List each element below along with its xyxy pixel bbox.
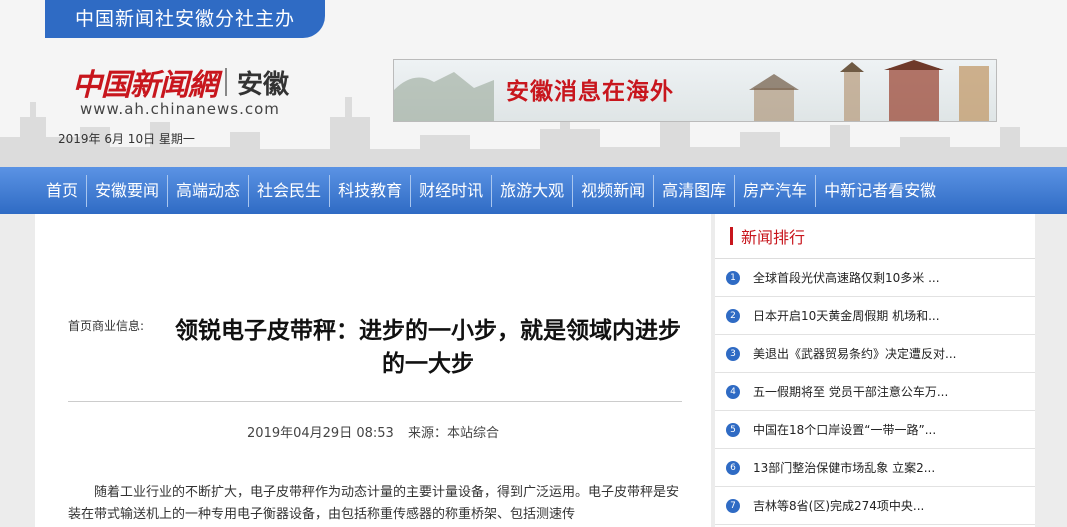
breadcrumb[interactable]: 首页商业信息: [68,317,144,334]
nav-item-anhui-news[interactable]: 安徽要闻 [87,167,167,214]
rank-number-badge: 6 [726,460,740,475]
ranking-item[interactable]: 6 13部门整治保健市场乱象 立案2... [715,449,1035,487]
article-paragraph: 随着工业行业的不断扩大，电子皮带秤作为动态计量的主要计量设备，得到广泛运用。电子… [68,485,680,522]
nav-item-property-auto[interactable]: 房产汽车 [735,167,815,214]
ranking-item[interactable]: 1 全球首段光伏高速路仅剩10多米 ... [715,259,1035,297]
banner-headline: 安徽消息在海外 [506,79,674,105]
title-divider [68,401,682,402]
ranking-link[interactable]: 美退出《武器贸易条约》决定遭反对... [753,345,956,362]
site-url: www.ah.chinanews.com [80,100,280,118]
nav-item-high-level[interactable]: 高端动态 [168,167,248,214]
main-navigation: 首页 安徽要闻 高端动态 社会民生 科技教育 财经时讯 旅游大观 视频新闻 高清… [0,167,1067,214]
ranking-item[interactable]: 4 五一假期将至 党员干部注意公车万... [715,373,1035,411]
logo-text: 中国新闻網 [72,68,218,103]
nav-item-reporters[interactable]: 中新记者看安徽 [816,167,944,214]
rank-number-badge: 7 [726,498,740,513]
ranking-item[interactable]: 3 美退出《武器贸易条约》决定遭反对... [715,335,1035,373]
nav-item-society[interactable]: 社会民生 [249,167,329,214]
ranking-link[interactable]: 吉林等8省(区)完成274项中央... [753,497,924,514]
ranking-item[interactable]: 2 日本开启10天黄金周假期 机场和... [715,297,1035,335]
article-title: 领锐电子皮带秤：进步的一小步，就是领域内进步的一大步 [175,318,681,377]
ranking-link[interactable]: 中国在18个口岸设置“一带一路”... [753,421,936,438]
news-ranking-panel: 新闻排行 1 全球首段光伏高速路仅剩10多米 ... 2 日本开启10天黄金周假期 … [715,214,1035,527]
logo-region: 安徽 [237,69,290,100]
rank-number-badge: 3 [726,346,740,361]
rank-number-badge: 2 [726,308,740,323]
ranking-link[interactable]: 全球首段光伏高速路仅剩10多米 ... [753,269,940,286]
ranking-link[interactable]: 五一假期将至 党员干部注意公车万... [753,383,948,400]
nav-item-travel[interactable]: 旅游大观 [492,167,572,214]
ranking-link[interactable]: 13部门整治保健市场乱象 立案2... [753,459,935,476]
ranking-item[interactable]: 5 中国在18个口岸设置“一带一路”... [715,411,1035,449]
ranking-link[interactable]: 日本开启10天黄金周假期 机场和... [753,307,940,324]
banner-scenery-image [394,60,989,121]
rank-number-badge: 4 [726,384,740,399]
nav-item-finance[interactable]: 财经时讯 [411,167,491,214]
article-panel: 首页商业信息: 领锐电子皮带秤：进步的一小步，就是领域内进步的一大步 2019年… [35,214,711,527]
nav-item-gallery[interactable]: 高清图库 [654,167,734,214]
rank-number-badge: 5 [726,422,740,437]
ranking-header: 新闻排行 [715,214,1035,259]
current-date: 2019年 6月 10日 星期一 [58,132,195,146]
logo-divider [225,68,227,96]
heading-accent-bar [730,227,733,245]
nav-item-video[interactable]: 视频新闻 [573,167,653,214]
organizer-tab: 中国新闻社安徽分社主办 [45,0,325,38]
ranking-title: 新闻排行 [741,228,806,247]
nav-item-home[interactable]: 首页 [0,167,86,214]
page-gutter [1035,214,1067,527]
promo-banner[interactable]: 安徽消息在海外 [393,59,997,122]
article-meta: 2019年04月29日 08:53 来源：本站综合 [35,422,711,441]
article-source: 来源：本站综合 [407,426,499,441]
publish-datetime: 2019年04月29日 08:53 [247,426,394,441]
ranking-item[interactable]: 7 吉林等8省(区)完成274项中央... [715,487,1035,525]
rank-number-badge: 1 [726,270,740,285]
site-header: 中国新闻社安徽分社主办 中国新闻網 安徽 www.ah.chinanews.co… [0,0,1067,167]
site-logo[interactable]: 中国新闻網 安徽 [72,60,289,104]
nav-item-tech-edu[interactable]: 科技教育 [330,167,410,214]
